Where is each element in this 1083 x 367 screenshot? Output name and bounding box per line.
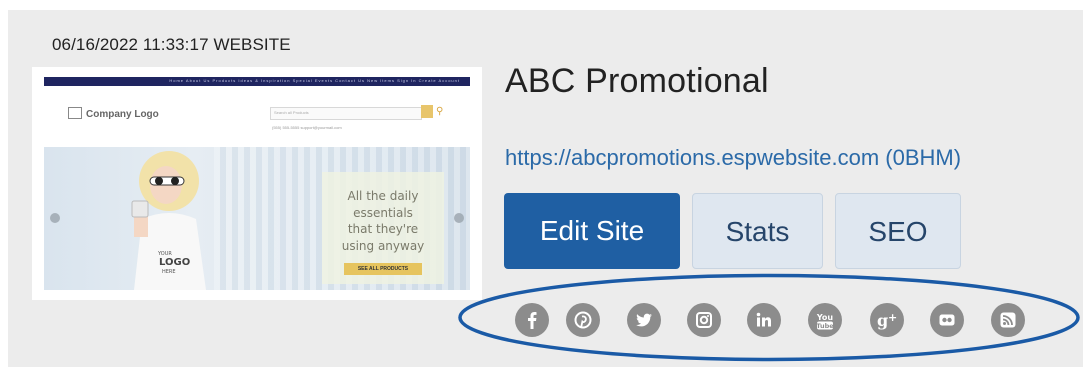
hero-cta-button: SEE ALL PRODUCTS bbox=[344, 263, 422, 275]
site-title: ABC Promotional bbox=[505, 62, 769, 100]
annotation-ellipse bbox=[458, 273, 1080, 362]
hero-text-panel: All the daily essentials that they're us… bbox=[322, 172, 444, 284]
hero-headline: All the daily essentials that they're us… bbox=[322, 188, 444, 254]
preview-search-placeholder: Search all Products bbox=[274, 110, 309, 115]
hero-line: essentials bbox=[353, 205, 413, 220]
hero-line: using anyway bbox=[341, 238, 425, 253]
preview-contact-text: (555) 555-5555 support@yourmail.com bbox=[272, 125, 342, 130]
preview-cart-icon: ⚲ bbox=[436, 106, 444, 117]
svg-text:HERE: HERE bbox=[162, 269, 176, 275]
preview-hero-banner: LOGO YOUR HERE All the daily essentials … bbox=[44, 147, 470, 290]
carousel-next-icon bbox=[454, 213, 464, 223]
preview-logo-text: Company Logo bbox=[86, 109, 159, 120]
svg-text:YOUR: YOUR bbox=[157, 251, 172, 257]
hero-line: that they're bbox=[347, 222, 419, 236]
preview-logo: Company Logo bbox=[68, 107, 159, 120]
site-preview-thumbnail[interactable]: Home About Us Products Ideas & Inspirati… bbox=[32, 67, 482, 300]
hero-line: All the daily bbox=[347, 189, 419, 203]
svg-text:LOGO: LOGO bbox=[159, 257, 190, 268]
site-url-link[interactable]: https://abcpromotions.espwebsite.com (0B… bbox=[505, 145, 961, 171]
logo-mark-icon bbox=[68, 107, 82, 119]
carousel-prev-icon bbox=[50, 213, 60, 223]
edit-site-button[interactable]: Edit Site bbox=[504, 193, 680, 269]
preview-search-box: Search all Products bbox=[270, 107, 422, 120]
website-timestamp: 06/16/2022 11:33:17 WEBSITE bbox=[52, 35, 291, 54]
stats-button[interactable]: Stats bbox=[692, 193, 823, 269]
hero-model-image: LOGO YOUR HERE bbox=[131, 151, 206, 290]
preview-search-button bbox=[421, 105, 433, 118]
preview-nav-links: Home About Us Products Ideas & Inspirati… bbox=[169, 78, 460, 83]
preview-nav-bar: Home About Us Products Ideas & Inspirati… bbox=[44, 77, 470, 86]
seo-button[interactable]: SEO bbox=[835, 193, 961, 269]
